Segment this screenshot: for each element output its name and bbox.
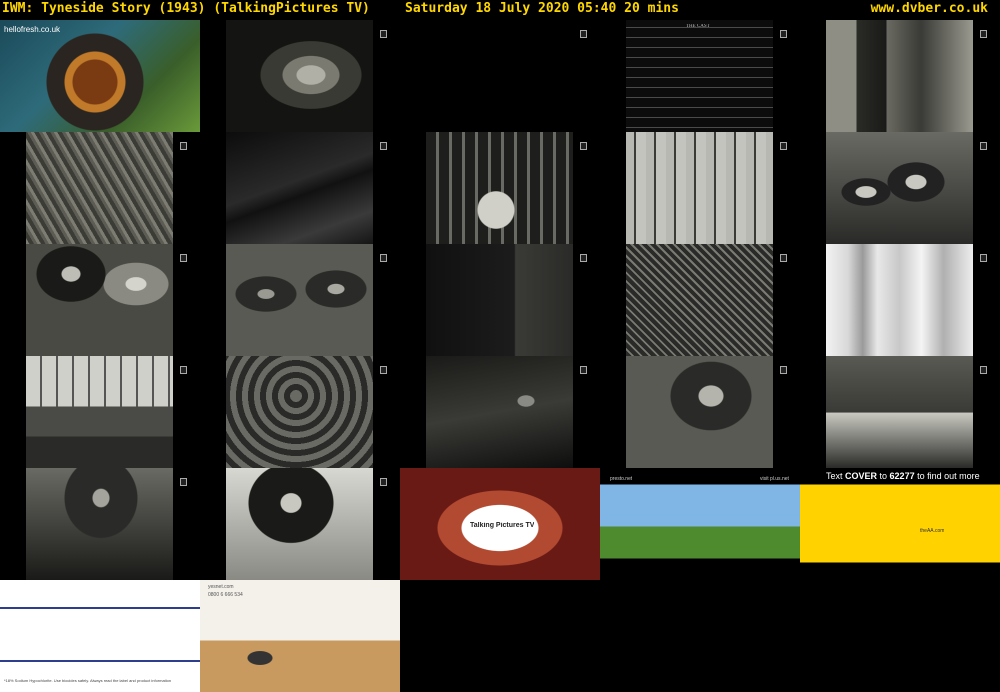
film-frame: [826, 244, 973, 356]
film-frame: [426, 244, 573, 356]
talkingpictures-logo: Talking Pictures TV: [470, 522, 535, 529]
thumbnail-8[interactable]: [400, 132, 600, 244]
hellofresh-logo: hellofresh.co.uk: [4, 25, 61, 34]
thumbnail-18[interactable]: [400, 356, 600, 468]
thumbnail-12[interactable]: [200, 244, 400, 356]
yesnet-phone: 0800 6 666 534: [208, 592, 243, 598]
thumbnail-14[interactable]: [600, 244, 800, 356]
info-icon: [580, 142, 587, 150]
info-icon: [580, 30, 587, 38]
broadcast-date-time: Saturday 18 July 2020 05:40 20 mins: [405, 1, 679, 16]
thumbnail-13[interactable]: [400, 244, 600, 356]
hygienic-disclaimer: *18% Sodium Hypochlorite. Use biocides s…: [4, 678, 172, 683]
header-bar: IWM: Tyneside Story (1943) (TalkingPictu…: [0, 0, 1000, 20]
thumbnail-5[interactable]: [800, 20, 1000, 132]
thumbnail-21[interactable]: [0, 468, 200, 580]
film-frame: [226, 132, 373, 244]
programme-title: IWM: Tyneside Story (1943) (TalkingPictu…: [2, 1, 370, 16]
info-icon: [780, 142, 787, 150]
aa-advert-frame: Text COVER to 62277 to find out more the…: [800, 468, 1000, 580]
film-frame: [426, 132, 573, 244]
film-frame: [626, 132, 773, 244]
info-icon: [980, 366, 987, 374]
info-icon: [580, 366, 587, 374]
thumbnail-9[interactable]: [600, 132, 800, 244]
film-frame: [226, 20, 373, 132]
yesnet-advert-frame: yesnet.com 0800 6 666 534: [200, 580, 400, 692]
info-icon: [780, 366, 787, 374]
info-icon: [780, 254, 787, 262]
thumbnail-22[interactable]: [200, 468, 400, 580]
thumbnail-1[interactable]: hellofresh.co.uk: [0, 20, 200, 132]
thumbnail-6[interactable]: [0, 132, 200, 244]
info-icon: [380, 478, 387, 486]
info-icon: [780, 30, 787, 38]
thumbnail-grid: hellofresh.co.uk THE CAST Talking Pictur…: [0, 20, 1000, 692]
film-frame: [426, 356, 573, 468]
presto-brand: presto.net: [610, 476, 633, 482]
thumbnail-4[interactable]: THE CAST: [600, 20, 800, 132]
thumbnail-10[interactable]: [800, 132, 1000, 244]
info-icon: [180, 142, 187, 150]
film-frame: [426, 20, 573, 132]
film-frame: [826, 356, 973, 468]
talkingpictures-ident-frame: Talking Pictures TV: [400, 468, 600, 580]
info-icon: [980, 30, 987, 38]
thumbnail-23[interactable]: Talking Pictures TV: [400, 468, 600, 580]
thumbnail-15[interactable]: [800, 244, 1000, 356]
film-frame: [26, 132, 173, 244]
aa-text-offer: Text COVER to 62277 to find out more: [826, 471, 980, 481]
presto-advert-frame: presto.net visit pl.us.net: [600, 468, 800, 580]
film-frame: [826, 20, 973, 132]
film-frame: [226, 468, 373, 580]
cast-heading: THE CAST: [686, 24, 710, 29]
info-icon: [380, 142, 387, 150]
thumbnail-17[interactable]: [200, 356, 400, 468]
info-icon: [980, 142, 987, 150]
film-frame: [626, 356, 773, 468]
info-icon: [180, 254, 187, 262]
thumbnail-20[interactable]: [800, 356, 1000, 468]
thumbnail-2[interactable]: [200, 20, 400, 132]
thumbnail-11[interactable]: [0, 244, 200, 356]
film-frame: [626, 244, 773, 356]
yesnet-site: yesnet.com: [208, 584, 234, 590]
food-advert-frame: hellofresh.co.uk: [0, 20, 200, 132]
cast-credits-frame: THE CAST: [626, 20, 773, 132]
presto-site: visit pl.us.net: [760, 476, 789, 482]
film-frame: [826, 132, 973, 244]
film-frame: [226, 356, 373, 468]
thumbnail-26[interactable]: *18% Sodium Hypochlorite. Use biocides s…: [0, 580, 200, 692]
thumbnail-24[interactable]: presto.net visit pl.us.net: [600, 468, 800, 580]
info-icon: [580, 254, 587, 262]
info-icon: [380, 366, 387, 374]
info-icon: [380, 254, 387, 262]
thumbnail-16[interactable]: [0, 356, 200, 468]
thumbnail-25[interactable]: Text COVER to 62277 to find out more the…: [800, 468, 1000, 580]
thumbnail-3[interactable]: [400, 20, 600, 132]
thumbnail-19[interactable]: [600, 356, 800, 468]
info-icon: [180, 478, 187, 486]
info-icon: [180, 366, 187, 374]
film-frame: [26, 468, 173, 580]
info-icon: [980, 254, 987, 262]
aa-van-text: theAA.com: [920, 528, 945, 534]
thumbnail-7[interactable]: [200, 132, 400, 244]
film-frame: [226, 244, 373, 356]
film-frame: [26, 356, 173, 468]
thumbnail-27[interactable]: yesnet.com 0800 6 666 534: [200, 580, 400, 692]
hygienic-advert-frame: *18% Sodium Hypochlorite. Use biocides s…: [0, 580, 200, 692]
film-frame: [26, 244, 173, 356]
site-link[interactable]: www.dvber.co.uk: [871, 0, 988, 18]
info-icon: [380, 30, 387, 38]
